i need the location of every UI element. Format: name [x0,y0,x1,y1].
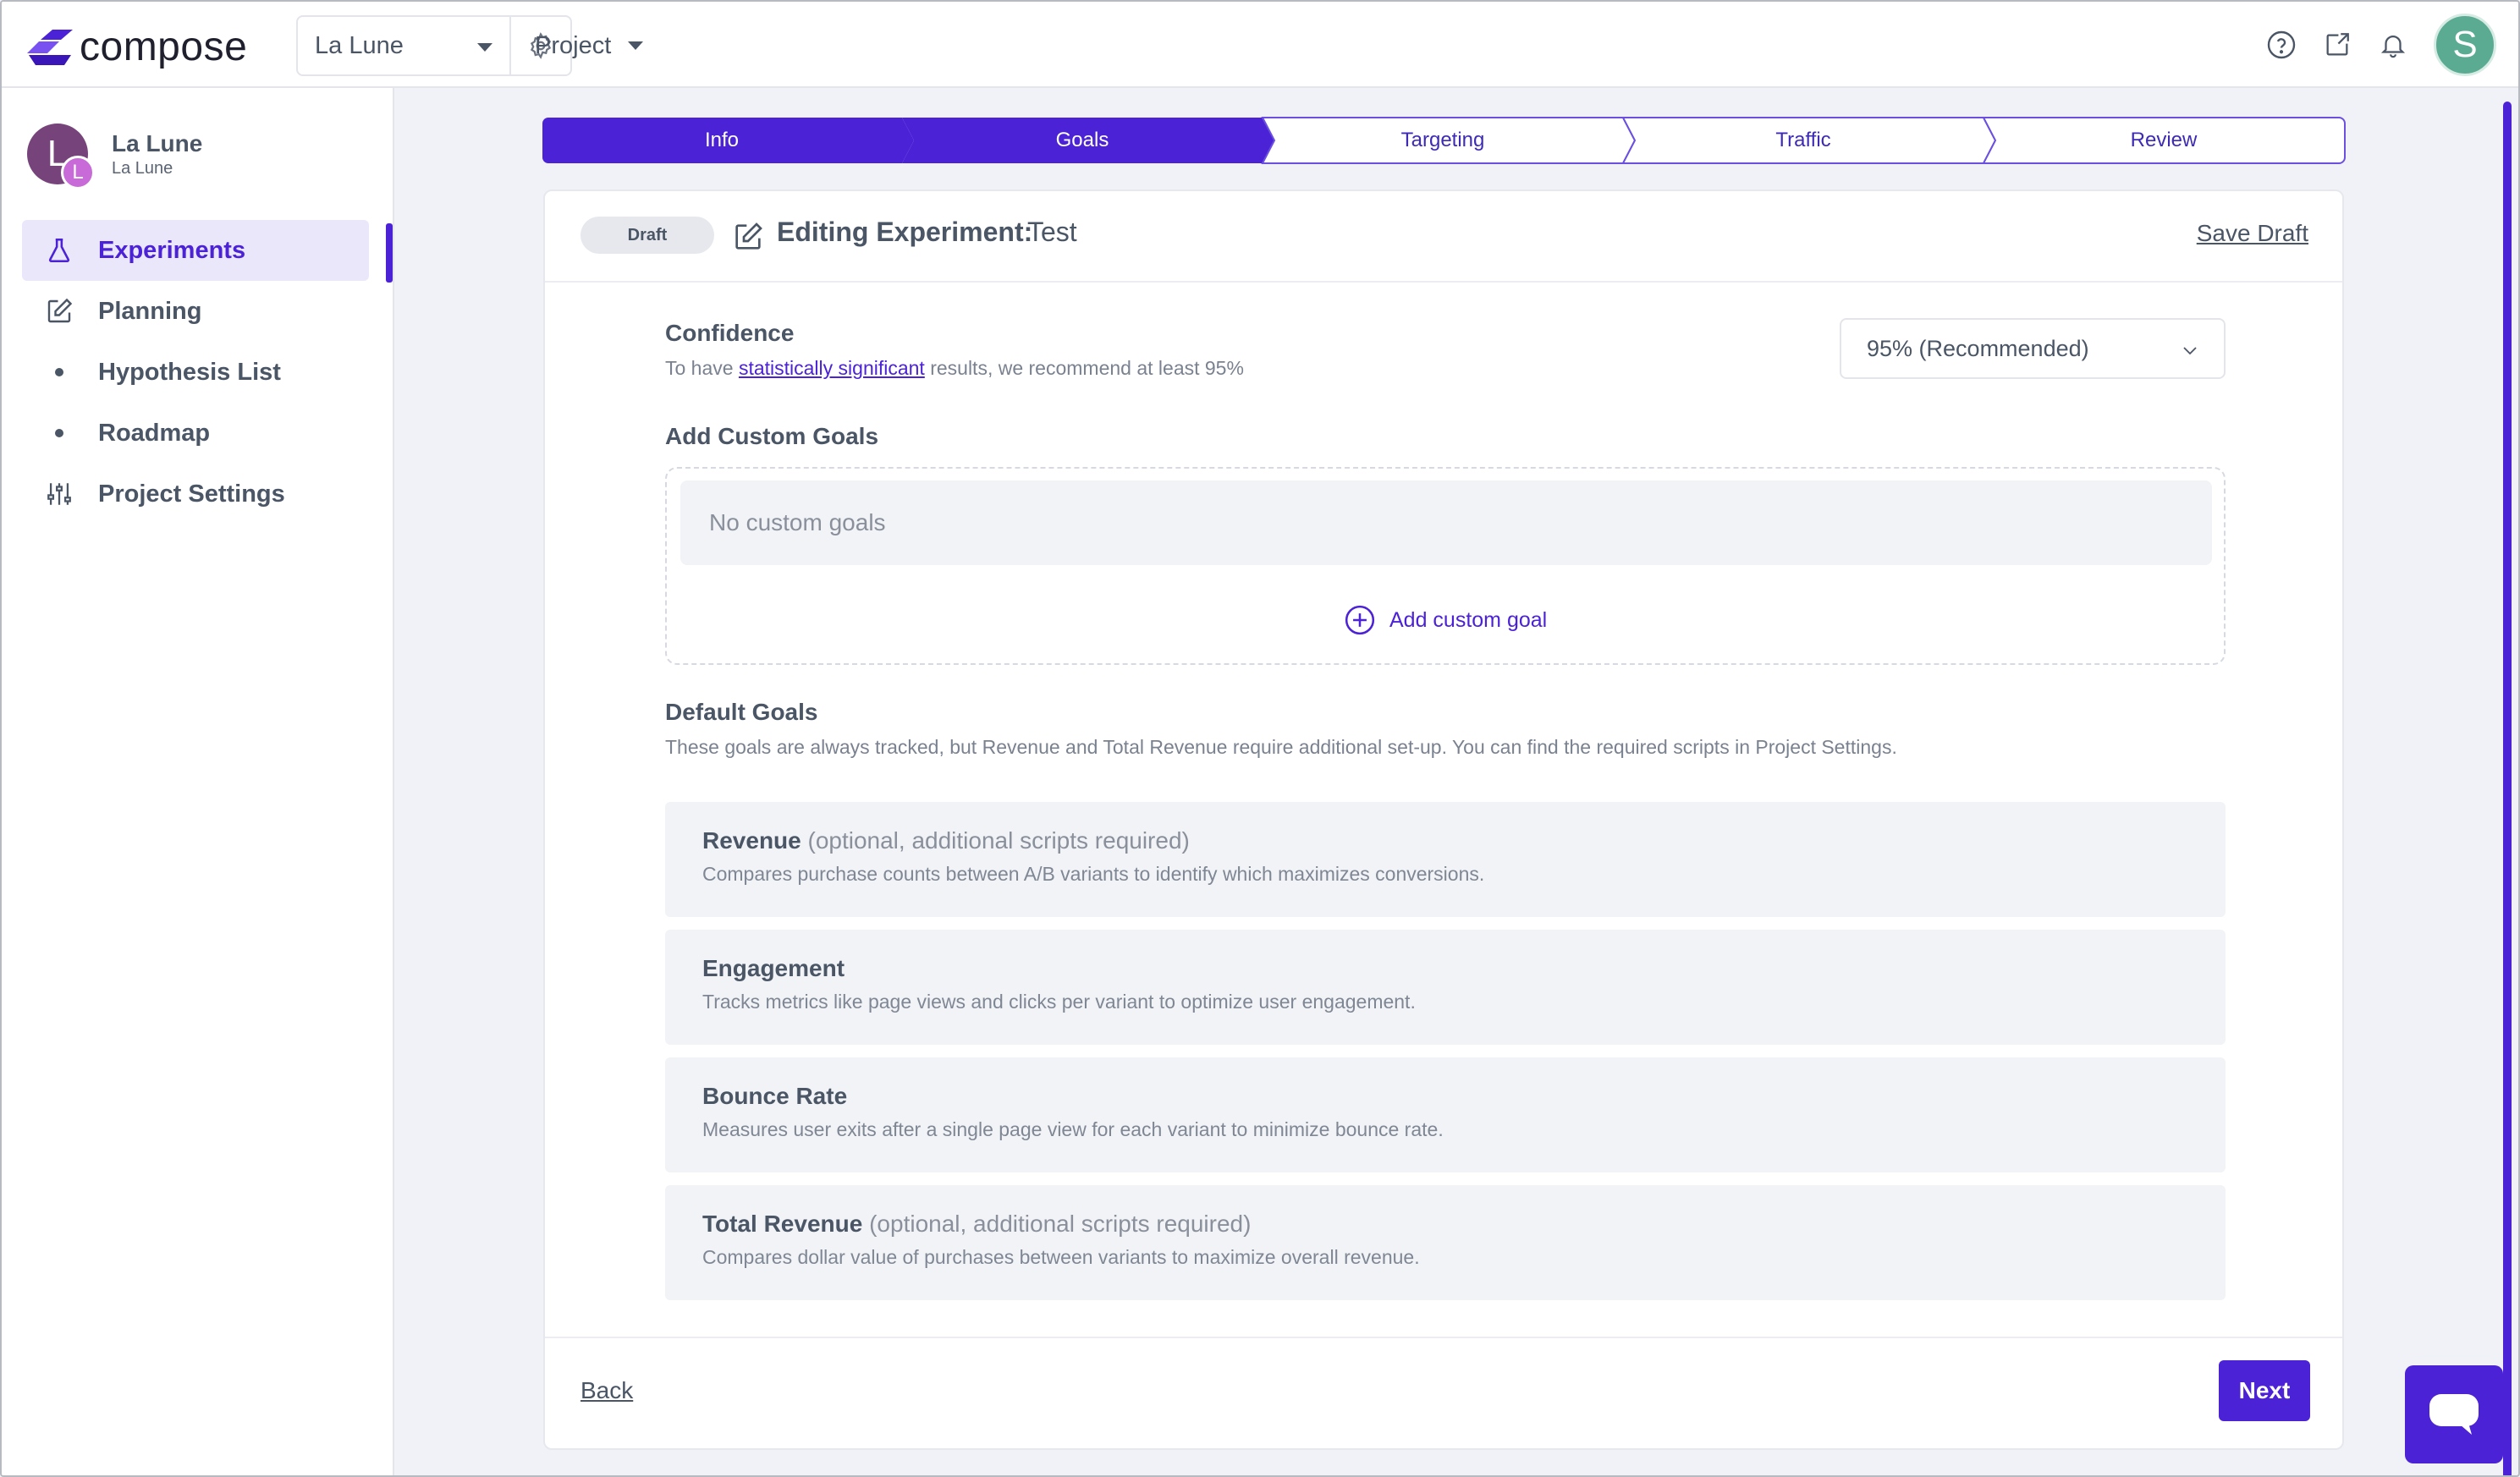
org-avatar: L L [27,124,95,189]
default-goals-title: Default Goals [665,699,818,725]
notifications-button[interactable] [2378,30,2408,60]
active-indicator [386,223,393,283]
sidebar-nav: Experiments Planning Hypothesis List Roa… [22,220,369,524]
goal-name: Revenue [702,827,801,854]
sidebar: L L La Lune La Lune Experiments Planning… [2,88,394,1475]
confidence-title: Confidence [665,320,795,346]
footer-divider [545,1337,2342,1338]
user-avatar[interactable]: S [2434,14,2496,76]
no-custom-goals: No custom goals [680,480,2212,565]
top-actions: S [2266,14,2496,76]
sidebar-item-hypothesis-list[interactable]: Hypothesis List [22,342,369,403]
goal-note: (optional, additional scripts required) [807,827,1190,854]
goal-note: (optional, additional scripts required) [869,1211,1252,1237]
bullet-icon [55,429,63,437]
org-sub-avatar: L [61,156,95,189]
sidebar-item-label: Roadmap [98,419,211,447]
add-custom-goal-button[interactable]: Add custom goal [1344,604,1547,636]
status-badge: Draft [580,217,714,254]
goal-desc: Measures user exits after a single page … [702,1118,1444,1140]
experiment-name: Test [1027,217,1077,247]
back-button[interactable]: Back [580,1377,633,1404]
goal-revenue: Revenue (optional, additional scripts re… [665,802,2226,917]
sidebar-item-label: Planning [98,297,202,325]
help-icon [2267,30,2296,59]
external-link-icon [2326,33,2349,56]
goal-name: Engagement [702,955,845,981]
goal-name: Total Revenue [702,1211,863,1237]
step-info[interactable]: Info [542,117,902,164]
caret-down-icon [628,41,644,50]
app-window: compose La Lune Project S L L La Lune La… [0,0,2520,1477]
goal-title: Bounce Rate [702,1083,2226,1110]
top-bar: compose La Lune Project S [2,2,2518,88]
goal-title: Engagement [702,955,2226,982]
goal-name: Bounce Rate [702,1083,848,1109]
goal-title: Revenue (optional, additional scripts re… [702,827,2226,854]
compose-logo[interactable]: compose [27,24,247,70]
help-button[interactable] [2266,30,2297,60]
org-switcher[interactable]: L L La Lune La Lune [27,124,202,189]
page-title: Editing Experiment: [777,217,1033,247]
edit-icon[interactable] [731,220,765,254]
scrollbar[interactable] [2503,102,2512,1475]
goal-total-revenue: Total Revenue (optional, additional scri… [665,1185,2226,1300]
experiment-card: Draft Editing Experiment: Test Save Draf… [543,189,2344,1450]
custom-goals-box: No custom goals Add custom goal [665,467,2226,665]
card-header: Draft Editing Experiment: Test Save Draf… [545,191,2342,283]
goal-desc: Compares purchase counts between A/B var… [702,863,1485,885]
goal-desc: Tracks metrics like page views and click… [702,991,1416,1013]
sidebar-item-label: Experiments [98,236,246,264]
step-goals[interactable]: Goals [902,117,1263,164]
save-draft-button[interactable]: Save Draft [2197,220,2308,247]
sidebar-item-label: Project Settings [98,480,285,508]
confidence-selected: 95% (Recommended) [1867,335,2089,361]
goal-title: Total Revenue (optional, additional scri… [702,1211,2226,1238]
confidence-desc-prefix: To have [665,357,739,379]
wizard-stepper: Info Goals Targeting Traffic Review [542,117,2346,164]
project-menu-label: Project [535,31,612,59]
confidence-desc-suffix: results, we recommend at least 95% [924,357,1244,379]
goal-desc: Compares dollar value of purchases betwe… [702,1246,1420,1268]
step-targeting[interactable]: Targeting [1263,117,1623,164]
confidence-select[interactable]: 95% (Recommended) [1840,318,2226,379]
sidebar-item-project-settings[interactable]: Project Settings [22,464,369,524]
goal-engagement: Engagement Tracks metrics like page view… [665,930,2226,1045]
caret-down-icon [477,43,492,52]
next-button[interactable]: Next [2219,1360,2310,1421]
sidebar-item-roadmap[interactable]: Roadmap [22,403,369,464]
workspace-name: La Lune [315,31,404,59]
edit-icon [42,294,76,328]
flask-icon [42,233,76,267]
sidebar-item-planning[interactable]: Planning [22,281,369,342]
custom-goals-title: Add Custom Goals [665,423,879,449]
sliders-icon [42,477,76,511]
confidence-desc: To have statistically significant result… [665,357,1244,380]
bullet-icon [55,368,63,376]
sidebar-item-experiments[interactable]: Experiments [22,220,369,281]
external-link-button[interactable] [2322,30,2352,60]
chat-button[interactable] [2405,1365,2503,1463]
compose-logo-icon [27,29,73,65]
chat-icon [2429,1394,2479,1435]
bell-icon [2380,36,2406,58]
sidebar-item-label: Hypothesis List [98,358,281,386]
plus-circle-icon [1345,605,1375,635]
chevron-down-icon [2183,347,2197,355]
org-text: La Lune La Lune [112,130,202,178]
logo-text: compose [80,25,248,69]
goal-bounce-rate: Bounce Rate Measures user exits after a … [665,1057,2226,1172]
step-traffic[interactable]: Traffic [1623,117,1984,164]
statistically-significant-link[interactable]: statistically significant [739,357,925,379]
org-sub: La Lune [112,158,173,178]
default-goals-desc: These goals are always tracked, but Reve… [665,736,1897,758]
org-name: La Lune [112,129,203,156]
workspace-select[interactable]: La Lune [296,15,511,76]
project-menu[interactable]: Project [535,15,644,76]
step-review[interactable]: Review [1984,117,2344,164]
add-custom-goal-label: Add custom goal [1389,607,1548,632]
